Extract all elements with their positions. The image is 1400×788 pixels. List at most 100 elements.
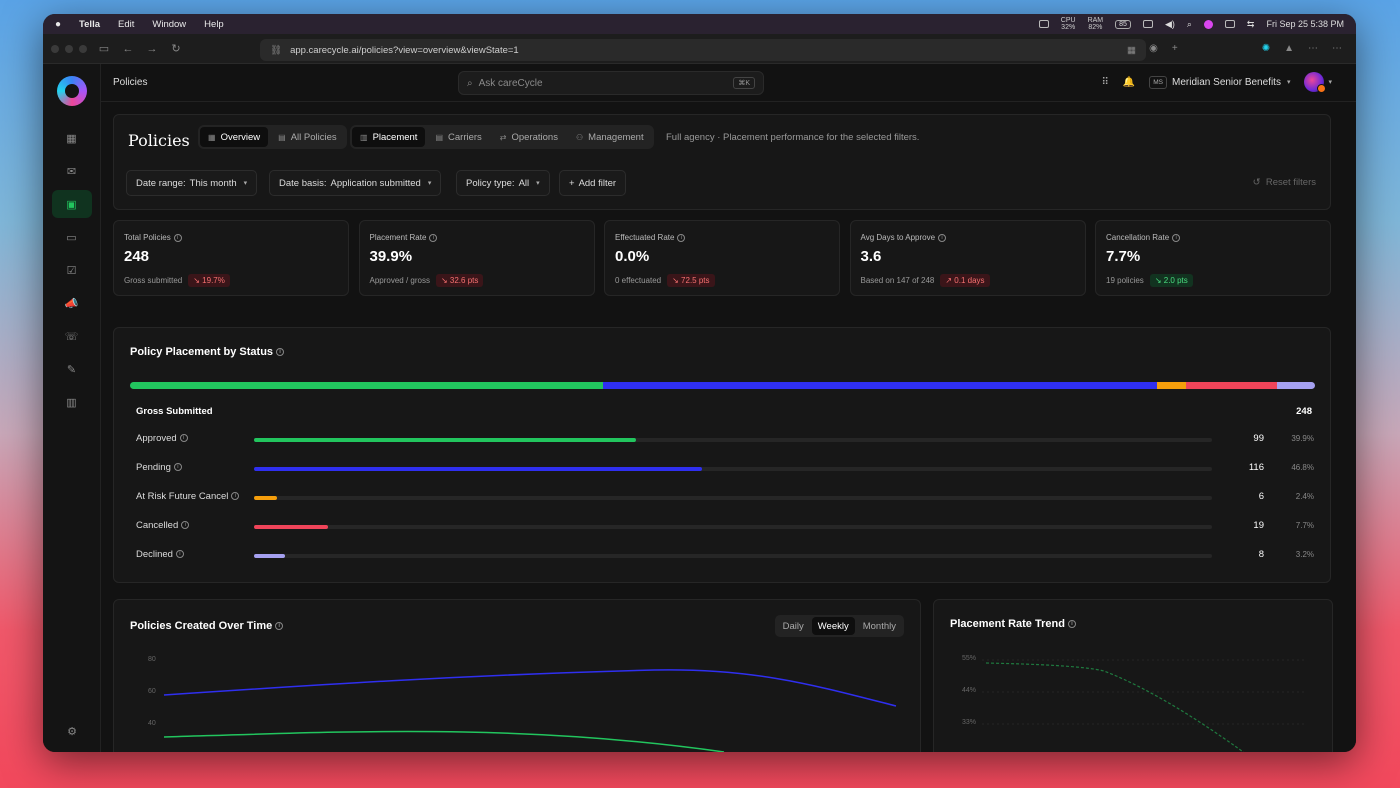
ram-status[interactable]: RAM 82% — [1088, 17, 1104, 31]
info-icon: i — [179, 434, 188, 443]
policies-created-card: Policies Created Over Time i Daily Weekly… — [113, 599, 921, 752]
org-name: Meridian Senior Benefits — [1172, 76, 1281, 88]
menu-help[interactable]: Help — [204, 19, 224, 30]
org-switcher[interactable]: MS Meridian Senior Benefits ▾ — [1149, 75, 1290, 89]
status-percent: 46.8% — [1291, 463, 1314, 472]
status-bar[interactable] — [254, 554, 285, 558]
user-menu[interactable]: ▾ — [1304, 72, 1332, 93]
kpi-label: Cancellation Rate i — [1106, 233, 1181, 242]
status-track — [254, 496, 1212, 500]
kpi-subtext: 19 policies — [1106, 276, 1144, 285]
status-count: 19 — [1253, 520, 1264, 531]
overview-icon: ▦ — [208, 132, 216, 142]
apple-icon[interactable]: ● — [55, 19, 61, 30]
settings-icon[interactable]: ⚙ — [43, 725, 101, 738]
kpi-label: Effectuated Rate i — [615, 233, 686, 242]
tab-all-policies[interactable]: ▤ All Policies — [270, 127, 345, 147]
org-initials: MS — [1149, 75, 1168, 89]
overflow-icon[interactable]: ⋯ — [1332, 43, 1342, 54]
chevron-down-icon: ▾ — [536, 180, 540, 187]
messages-icon[interactable]: ▭ — [52, 223, 92, 251]
extension-icon[interactable]: ✺ — [1262, 43, 1270, 54]
stack-segment[interactable] — [1277, 382, 1315, 389]
reload-icon[interactable]: ↻ — [169, 42, 183, 55]
section-tabs: ▥ Placement ▤ Carriers ⇄ Operations ⚇ Manage… — [350, 125, 654, 149]
status-bar[interactable] — [254, 525, 328, 529]
url-text[interactable]: app.carecycle.ai/policies?view=overview&… — [290, 45, 519, 56]
address-bar[interactable]: ⛓ app.carecycle.ai/policies?view=overvie… — [260, 39, 1146, 61]
status-count: 8 — [1258, 549, 1264, 560]
more-icon[interactable]: ⋯ — [1308, 43, 1318, 54]
sidebar-toggle-icon[interactable]: ▭ — [97, 42, 111, 55]
status-bar[interactable] — [254, 438, 637, 442]
tab-placement[interactable]: ▥ Placement — [352, 127, 426, 147]
info-icon: i — [429, 233, 438, 242]
policies-header: Policies ▦ Overview ▤ All Policies ▥ Placem… — [113, 114, 1331, 210]
display-icon[interactable] — [1142, 20, 1153, 28]
status-bar[interactable] — [254, 496, 277, 500]
info-icon: i — [173, 463, 182, 472]
tab-management[interactable]: ⚇ Management — [568, 127, 652, 147]
page-title: Policies — [128, 131, 190, 150]
campaigns-icon[interactable]: 📣 — [52, 289, 92, 317]
kpi-label: Placement Rate i — [370, 233, 438, 242]
camera-icon[interactable]: ◉ — [1149, 43, 1158, 54]
new-tab-icon[interactable]: + — [1172, 43, 1178, 54]
reader-icon[interactable]: ▦ — [1127, 45, 1136, 56]
status-row: Approved i 99 39.9% — [136, 433, 1314, 447]
status-bar[interactable] — [254, 467, 703, 471]
kpi-delta-badge: ↘ 19.7% — [188, 274, 230, 287]
reports-icon[interactable]: ▥ — [52, 388, 92, 416]
status-name: Pending i — [136, 462, 182, 473]
cpu-status[interactable]: CPU 32% — [1061, 17, 1076, 31]
kpi-subtext: 0 effectuated — [615, 276, 662, 285]
siri-icon[interactable] — [1203, 19, 1213, 29]
carecycle-logo[interactable] — [56, 76, 87, 106]
ask-search-input[interactable]: ⌕ Ask careCycle ⌘K — [458, 71, 764, 95]
menu-clock[interactable]: Fri Sep 25 5:38 PM — [1266, 19, 1344, 29]
tab-operations[interactable]: ⇄ Operations — [492, 127, 566, 147]
toggle-icon[interactable]: ⇆ — [1247, 19, 1255, 30]
volume-icon[interactable]: ◀) — [1165, 19, 1175, 30]
dashboard-icon[interactable]: ▦ — [52, 124, 92, 152]
policies-icon[interactable]: ▣ — [51, 190, 92, 218]
menu-window[interactable]: Window — [152, 19, 186, 30]
tab-carriers[interactable]: ▤ Carriers — [427, 127, 489, 147]
warning-icon[interactable]: ▲ — [1284, 43, 1294, 54]
inbox-icon[interactable]: ✉ — [52, 157, 92, 185]
tab-overview[interactable]: ▦ Overview — [200, 127, 269, 147]
browser-actions: ◉ + ✺ ▲ ⋯ ⋯ — [1149, 43, 1342, 54]
stack-segment[interactable] — [1185, 382, 1278, 389]
status-track — [254, 554, 1212, 558]
info-icon: i — [173, 233, 182, 242]
forward-icon[interactable]: → — [145, 43, 159, 55]
stack-segment[interactable] — [602, 382, 1158, 389]
reset-filters-button[interactable]: ↺ Reset filters — [1253, 177, 1316, 188]
tasks-icon[interactable]: ☑ — [52, 256, 92, 284]
search-menu-icon[interactable]: ⌕ — [1187, 19, 1192, 30]
series-line-pending — [163, 669, 897, 707]
kpi-label: Total Policies i — [124, 233, 182, 242]
control-center-icon[interactable] — [1224, 20, 1235, 28]
plus-icon: + — [569, 177, 575, 189]
flow-icon: ⇄ — [499, 132, 507, 142]
notifications-icon[interactable]: 🔔 — [1123, 77, 1135, 88]
status-name: At Risk Future Cancel i — [136, 491, 240, 502]
status-percent: 7.7% — [1295, 521, 1314, 530]
battery-status[interactable]: 85 — [1115, 19, 1131, 29]
tools-icon[interactable]: ✎ — [52, 355, 92, 383]
menu-app-name[interactable]: Tella — [79, 19, 100, 30]
stack-segment[interactable] — [130, 382, 603, 389]
stack-segment[interactable] — [1157, 382, 1186, 389]
menu-edit[interactable]: Edit — [118, 19, 134, 30]
filter-date-range[interactable]: Date range: This month ▾ — [126, 170, 258, 196]
filter-policy-type[interactable]: Policy type: All ▾ — [456, 170, 550, 196]
add-filter-button[interactable]: + Add filter — [559, 170, 627, 196]
window-controls[interactable] — [51, 44, 87, 53]
apps-icon[interactable]: ⠿ — [1101, 77, 1108, 88]
back-icon[interactable]: ← — [121, 43, 135, 55]
grid-status-icon[interactable] — [1038, 20, 1049, 28]
filter-date-basis[interactable]: Date basis: Application submitted ▾ — [269, 170, 442, 196]
calls-icon[interactable]: ☏ — [52, 322, 92, 350]
status-percent: 3.2% — [1295, 550, 1314, 559]
